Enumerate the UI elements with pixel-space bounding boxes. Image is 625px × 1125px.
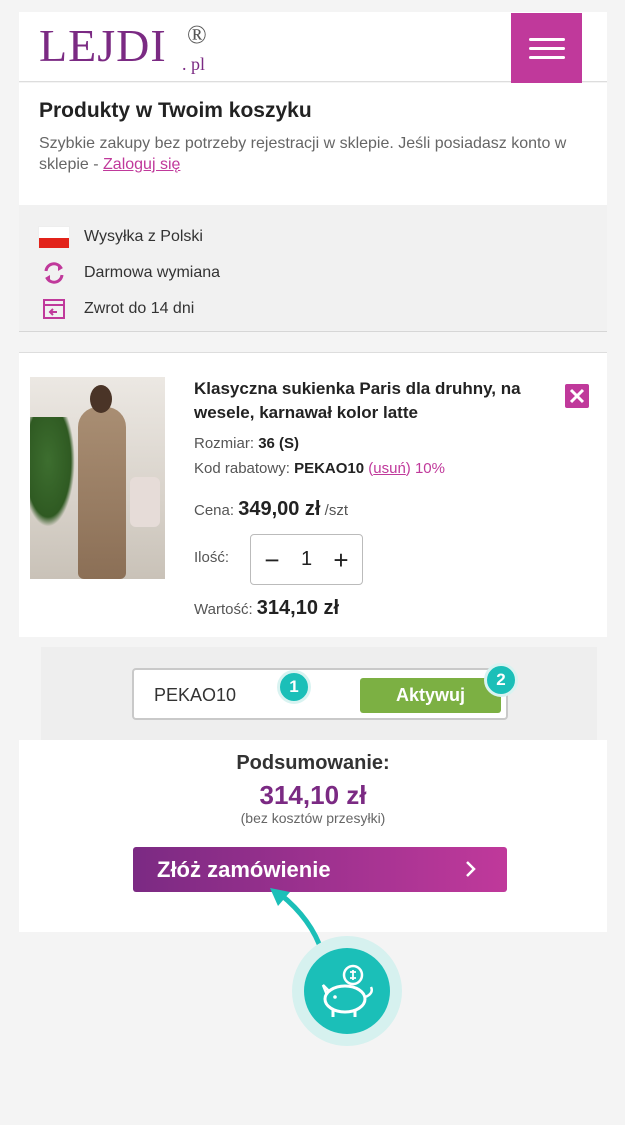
size-label: Rozmiar: <box>194 435 255 452</box>
summary-note: (bez kosztów przesyłki) <box>240 810 386 826</box>
cart-product: Klasyczna sukienka Paris dla druhny, na … <box>19 352 607 637</box>
summary-total: 314,10 zł <box>259 780 367 810</box>
page-title: Produkty w Twoim koszyku <box>39 99 312 122</box>
exchange-icon <box>38 261 70 285</box>
login-link[interactable]: Zaloguj się <box>103 156 180 173</box>
close-icon <box>569 388 585 404</box>
logo-registered-mark: ® <box>187 20 207 49</box>
perk-label: Wysyłka z Polski <box>84 228 203 245</box>
product-total: Wartość: 314,10 zł <box>194 597 339 620</box>
summary-label: Podsumowanie: <box>236 752 390 774</box>
cart-intro: Produkty w Twoim koszyku Szybkie zakupy … <box>19 83 607 205</box>
menu-icon-bar <box>528 37 565 41</box>
menu-icon-bar <box>528 46 565 50</box>
poland-flag-icon <box>38 225 70 249</box>
chevron-right-icon <box>466 861 476 877</box>
paren-close: ) <box>405 460 411 477</box>
qty-decrease-button[interactable]: − <box>261 547 283 573</box>
remove-coupon-wrapper: (usuń) <box>368 460 411 477</box>
activate-coupon-button[interactable]: Aktywuj <box>360 678 501 713</box>
remove-product-button[interactable] <box>565 384 589 408</box>
size-value: 36 (S) <box>258 435 300 452</box>
price-label: Cena: <box>194 502 235 519</box>
header: LEJDI ® . pl <box>19 12 607 83</box>
product-coupon: Kod rabatowy: PEKAO10 (usuń) 10% <box>194 460 445 477</box>
remove-coupon-link[interactable]: usuń <box>373 460 406 477</box>
logo-domain: . pl <box>182 54 206 74</box>
piggy-bank-icon <box>304 948 390 1034</box>
step-badge-1: 1 <box>277 670 311 704</box>
price-unit: /szt <box>324 502 349 519</box>
total-value: 314,10 zł <box>256 597 340 619</box>
perk-item: Zwrot do 14 dni <box>19 291 607 327</box>
qty-value[interactable]: 1 <box>301 548 312 571</box>
product-size: Rozmiar: 36 (S) <box>194 435 299 452</box>
product-price: Cena: 349,00 zł /szt <box>194 498 348 521</box>
logo[interactable]: LEJDI <box>39 18 167 74</box>
step-badge-2: 2 <box>484 663 518 697</box>
coupon-section: Aktywuj 1 2 <box>41 647 597 740</box>
coupon-label: Kod rabatowy: <box>194 460 290 477</box>
quantity-stepper: − 1 + <box>250 534 363 585</box>
coupon-code: PEKAO10 <box>294 460 365 477</box>
perk-label: Darmowa wymiana <box>84 264 221 281</box>
discount-percent: 10% <box>414 460 445 477</box>
product-image[interactable] <box>30 377 165 579</box>
product-title[interactable]: Klasyczna sukienka Paris dla druhny, na … <box>194 377 549 425</box>
piggy-bank-badge <box>292 936 402 1046</box>
total-label: Wartość: <box>194 601 253 618</box>
place-order-label: Złóż zamówienie <box>157 856 331 882</box>
perk-label: Zwrot do 14 dni <box>84 300 195 317</box>
price-value: 349,00 zł <box>238 498 321 520</box>
return-box-icon <box>38 297 70 321</box>
qty-label: Ilość: <box>194 549 230 566</box>
perks-list: Wysyłka z Polski Darmowa wymiana Zwrot d… <box>19 205 607 332</box>
perk-item: Darmowa wymiana <box>19 255 607 291</box>
hamburger-menu-button[interactable] <box>511 13 582 83</box>
menu-icon-bar <box>528 55 565 59</box>
perk-item: Wysyłka z Polski <box>19 219 607 255</box>
qty-increase-button[interactable]: + <box>330 547 352 573</box>
coupon-box: Aktywuj <box>132 668 508 720</box>
intro-text: Szybkie zakupy bez potrzeby rejestracji … <box>39 133 587 175</box>
